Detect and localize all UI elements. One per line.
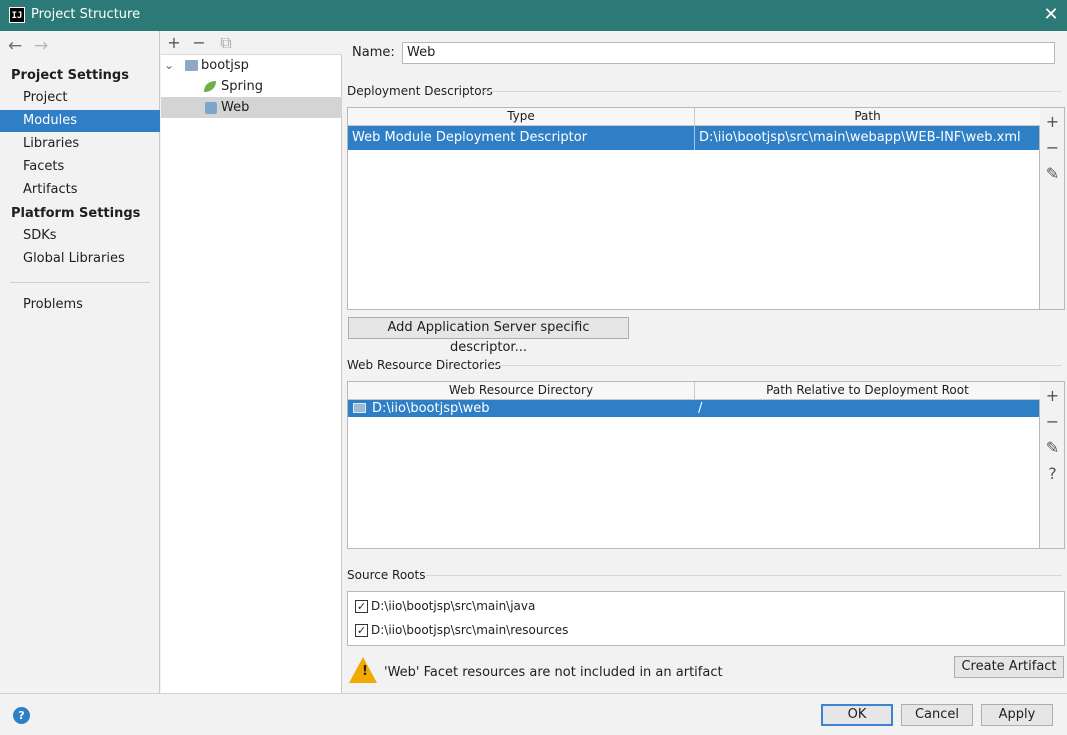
apply-button[interactable]: Apply: [981, 704, 1053, 726]
remove-icon[interactable]: −: [1040, 138, 1065, 157]
spring-leaf-icon: [204, 81, 216, 92]
platform-settings-heading: Platform Settings: [11, 206, 141, 221]
module-folder-icon: [185, 60, 198, 71]
tree-node-label: Web: [221, 100, 250, 115]
edit-pencil-icon[interactable]: ✎: [1040, 164, 1065, 183]
tree-node-label: Spring: [221, 79, 263, 94]
deployment-descriptors-tools: + − ✎: [1040, 107, 1065, 310]
column-header-path[interactable]: Path: [694, 108, 1040, 126]
sidebar-item-modules[interactable]: Modules: [0, 110, 160, 132]
title-bar: IJ Project Structure ✕: [0, 0, 1067, 31]
warning-exclamation: !: [362, 664, 368, 679]
module-tree-panel: + − ⧉ ⌄ bootjsp Spring Web: [161, 31, 342, 693]
name-label: Name:: [352, 45, 395, 60]
create-artifact-button[interactable]: Create Artifact: [954, 656, 1064, 678]
column-header-relative-path[interactable]: Path Relative to Deployment Root: [694, 382, 1040, 400]
sidebar-item-sdks[interactable]: SDKs: [0, 225, 160, 247]
close-icon[interactable]: ✕: [1040, 4, 1062, 26]
web-module-icon: [205, 102, 217, 114]
cell-path: D:\iio\bootjsp\src\main\webapp\WEB-INF\w…: [694, 126, 1039, 150]
copy-icon[interactable]: ⧉: [216, 32, 236, 54]
warning-message: 'Web' Facet resources are not included i…: [384, 665, 723, 680]
web-resource-directories-table: Web Resource Directory Path Relative to …: [347, 381, 1040, 549]
help-icon[interactable]: ?: [13, 707, 30, 724]
sidebar-item-problems[interactable]: Problems: [0, 294, 160, 316]
cell-relative-path: /: [698, 401, 703, 416]
intellij-app-icon: IJ: [9, 7, 25, 23]
folder-icon: [353, 403, 366, 413]
chevron-down-icon[interactable]: ⌄: [164, 55, 174, 76]
ok-button[interactable]: OK: [821, 704, 893, 726]
tree-node-web[interactable]: Web: [161, 97, 342, 118]
add-server-descriptor-button[interactable]: Add Application Server specific descript…: [348, 317, 629, 355]
column-header-type[interactable]: Type: [348, 108, 694, 126]
sidebar-item-artifacts[interactable]: Artifacts: [0, 179, 160, 201]
project-settings-heading: Project Settings: [11, 68, 129, 83]
source-root-checkbox[interactable]: ✓: [355, 624, 368, 637]
add-icon[interactable]: +: [164, 32, 184, 54]
sidebar-item-libraries[interactable]: Libraries: [0, 133, 160, 155]
window-title: Project Structure: [31, 7, 141, 22]
cell-type: Web Module Deployment Descriptor: [352, 130, 588, 145]
deployment-descriptors-title: Deployment Descriptors: [347, 84, 493, 98]
remove-icon[interactable]: −: [189, 32, 209, 54]
tree-toolbar: + − ⧉: [161, 31, 342, 55]
add-icon[interactable]: +: [1040, 386, 1065, 405]
sidebar-divider: [10, 282, 150, 283]
name-input[interactable]: Web: [402, 42, 1055, 64]
sidebar-item-facets[interactable]: Facets: [0, 156, 160, 178]
group-divider: [490, 365, 1062, 366]
back-arrow-icon[interactable]: ←: [8, 36, 22, 56]
source-root-path: D:\iio\bootjsp\src\main\resources: [371, 623, 569, 637]
source-roots-title: Source Roots: [347, 568, 426, 582]
tree-node-spring[interactable]: Spring: [161, 76, 342, 97]
facet-settings-panel: Name: Web Deployment Descriptors Type Pa…: [342, 31, 1067, 693]
forward-arrow-icon[interactable]: →: [34, 36, 48, 56]
table-row[interactable]: D:\iio\bootjsp\web /: [348, 400, 1039, 417]
deployment-descriptors-table: Type Path Web Module Deployment Descript…: [347, 107, 1040, 310]
group-divider: [482, 91, 1062, 92]
tree-node-label: bootjsp: [201, 58, 249, 73]
add-icon[interactable]: +: [1040, 112, 1065, 131]
cancel-button[interactable]: Cancel: [901, 704, 973, 726]
help-icon[interactable]: ?: [1040, 464, 1065, 483]
sidebar-item-project[interactable]: Project: [0, 87, 160, 109]
table-row[interactable]: Web Module Deployment Descriptor D:\iio\…: [348, 126, 1039, 150]
dialog-footer: ? OK Cancel Apply: [0, 693, 1067, 735]
web-resource-tools: + − ✎ ?: [1040, 381, 1065, 549]
settings-sidebar: ← → Project Settings Project Modules Lib…: [0, 31, 160, 693]
remove-icon[interactable]: −: [1040, 412, 1065, 431]
source-root-checkbox[interactable]: ✓: [355, 600, 368, 613]
source-roots-list: ✓ D:\iio\bootjsp\src\main\java ✓ D:\iio\…: [347, 591, 1065, 646]
cell-directory: D:\iio\bootjsp\web: [372, 401, 490, 416]
sidebar-item-global-libraries[interactable]: Global Libraries: [0, 248, 160, 270]
source-root-path: D:\iio\bootjsp\src\main\java: [371, 599, 536, 613]
web-resource-directories-title: Web Resource Directories: [347, 358, 501, 372]
column-header-directory[interactable]: Web Resource Directory: [348, 382, 694, 400]
tree-node-bootjsp[interactable]: ⌄ bootjsp: [161, 55, 342, 76]
group-divider: [426, 575, 1062, 576]
edit-pencil-icon[interactable]: ✎: [1040, 438, 1065, 457]
